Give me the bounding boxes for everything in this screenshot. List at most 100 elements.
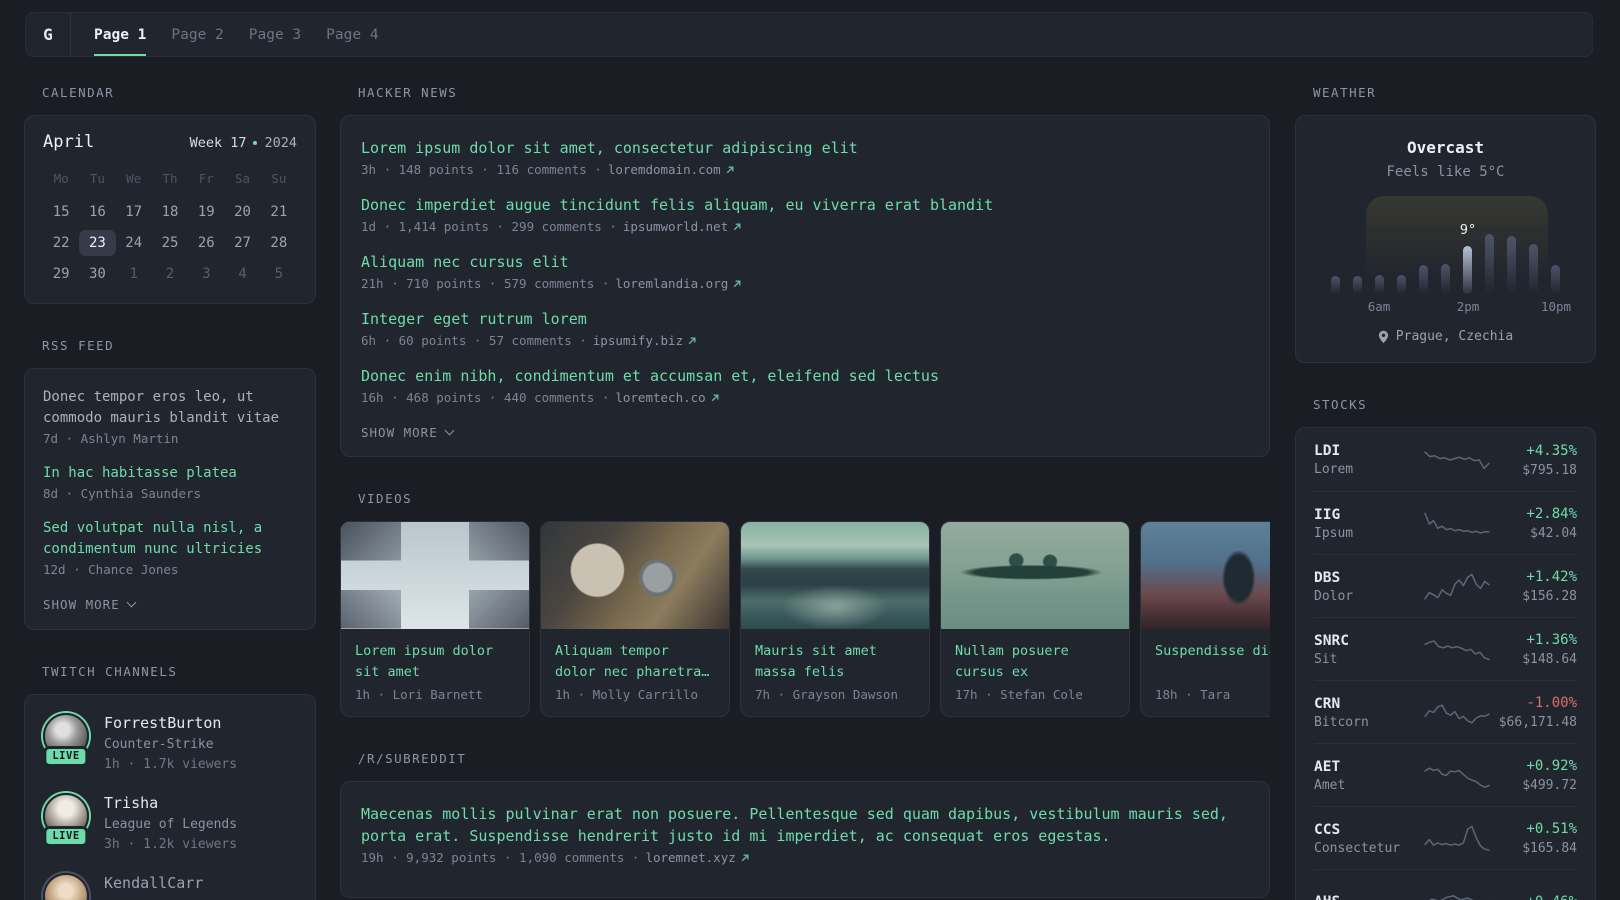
story-title[interactable]: Lorem ipsum dolor sit amet, consectetur … bbox=[361, 137, 1249, 159]
stock-sparkline bbox=[1422, 633, 1492, 667]
rss-item-title[interactable]: Donec tempor eros leo, ut commodo mauris… bbox=[43, 387, 297, 429]
story-title[interactable]: Donec imperdiet augue tincidunt felis al… bbox=[361, 194, 1249, 216]
calendar-week: Week 17 bbox=[189, 135, 247, 151]
rss-header: RSS FEED bbox=[42, 338, 115, 353]
video-meta: 7h · Grayson Dawson bbox=[755, 687, 898, 702]
twitch-list: LIVE ForrestBurton Counter-Strike 1h · 1.7k… bbox=[43, 713, 297, 900]
subreddit-section: /R/SUBREDDIT Maecenas mollis pulvinar er… bbox=[340, 751, 1270, 898]
calendar-day[interactable]: 20 bbox=[224, 199, 260, 225]
story-domain-link[interactable]: loremtech.co bbox=[615, 390, 719, 405]
rss-item-title[interactable]: In hac habitasse platea bbox=[43, 463, 297, 484]
rss-item-title[interactable]: Sed volutpat nulla nisl, a condimentum n… bbox=[43, 518, 297, 560]
stock-row[interactable]: CCS Consectetur +0.51% $165.84 bbox=[1314, 806, 1577, 869]
app-logo[interactable]: G bbox=[26, 13, 71, 56]
story-domain-link[interactable]: ipsumify.biz bbox=[593, 333, 697, 348]
calendar-day[interactable]: 17 bbox=[116, 199, 152, 225]
story-item: Donec enim nibh, condimentum et accumsan… bbox=[361, 365, 1249, 405]
post-domain-link[interactable]: loremnet.xyz bbox=[645, 850, 749, 865]
calendar-day[interactable]: 15 bbox=[43, 199, 79, 225]
video-card[interactable]: Aliquam tempor dolor nec pharetra… 1h · M… bbox=[540, 521, 730, 717]
stock-row[interactable]: LDI Lorem +4.35% $795.18 bbox=[1314, 428, 1577, 491]
external-link-icon bbox=[732, 279, 742, 289]
calendar-day[interactable]: 4 bbox=[224, 261, 260, 287]
calendar-day[interactable]: 2 bbox=[152, 261, 188, 287]
stock-row[interactable]: IIG Ipsum +2.84% $42.04 bbox=[1314, 491, 1577, 554]
story-item: Integer eget rutrum lorem 6h · 60 points … bbox=[361, 308, 1249, 348]
weather-bar bbox=[1551, 265, 1561, 294]
stock-symbol: AET bbox=[1314, 758, 1341, 775]
calendar-day-today[interactable]: 23 bbox=[79, 230, 116, 256]
nav-tab-1[interactable]: Page 1 bbox=[94, 13, 147, 56]
calendar-day[interactable]: 27 bbox=[224, 230, 260, 256]
stock-row[interactable]: AET Amet +0.92% $499.72 bbox=[1314, 743, 1577, 806]
nav-tab-3[interactable]: Page 3 bbox=[249, 13, 301, 56]
story-title[interactable]: Aliquam nec cursus elit bbox=[361, 251, 1249, 273]
calendar-day[interactable]: 28 bbox=[261, 230, 297, 256]
stock-info: SNRC Sit bbox=[1314, 633, 1422, 667]
stock-row[interactable]: CRN Bitcorn -1.00% $66,171.48 bbox=[1314, 680, 1577, 743]
story-meta: 1d · 1,414 points · 299 comments · ipsumw… bbox=[361, 219, 1249, 234]
calendar-day[interactable]: 3 bbox=[188, 261, 224, 287]
weather-bar bbox=[1440, 264, 1450, 294]
story-meta-text: 1d · 1,414 points · 299 comments · bbox=[361, 219, 617, 234]
calendar-year: 2024 bbox=[264, 135, 297, 151]
video-card[interactable]: Mauris sit amet massa felis 7h · Grayson … bbox=[740, 521, 930, 717]
stock-values: +1.36% $148.64 bbox=[1492, 632, 1577, 667]
external-link-icon bbox=[740, 853, 750, 863]
weather-bar bbox=[1507, 236, 1517, 294]
calendar-card: April Week 17 2024 Mo Tu We Th Fr Sa Su 15 16 17 1… bbox=[24, 115, 316, 304]
videos-row: Lorem ipsum dolor sit amet consectetu… 1h… bbox=[340, 521, 1270, 717]
stock-change: +4.35% bbox=[1526, 442, 1577, 459]
video-card[interactable]: Lorem ipsum dolor sit amet consectetu… 1h… bbox=[340, 521, 530, 717]
post-title[interactable]: Maecenas mollis pulvinar erat non posuer… bbox=[361, 803, 1249, 847]
video-card[interactable]: Nullam posuere cursus ex 17h · Stefan Col… bbox=[940, 521, 1130, 717]
calendar-day[interactable]: 22 bbox=[43, 230, 79, 256]
stock-row[interactable]: DBS Dolor +1.42% $156.28 bbox=[1314, 554, 1577, 617]
channel-game: Counter-Strike bbox=[104, 737, 214, 752]
rss-card: Donec tempor eros leo, ut commodo mauris… bbox=[24, 368, 316, 630]
calendar-day[interactable]: 24 bbox=[116, 230, 152, 256]
video-meta: 1h · Lori Barnett bbox=[355, 687, 483, 702]
video-thumbnail bbox=[941, 522, 1129, 629]
stock-info: DBS Dolor bbox=[1314, 570, 1422, 604]
stock-row[interactable]: AHS +0.46% bbox=[1314, 869, 1577, 900]
video-card[interactable]: Suspendisse diam 18h · Tara bbox=[1140, 521, 1270, 717]
calendar-day[interactable]: 30 bbox=[79, 261, 115, 287]
weather-chart: 9° 6am 2pm 10pm bbox=[1330, 196, 1571, 314]
calendar-day[interactable]: 21 bbox=[261, 199, 297, 225]
weather-card: Overcast Feels like 5°C 9° 6am 2pm 10pm Pra… bbox=[1295, 115, 1596, 363]
story-domain-link[interactable]: loremlandia.org bbox=[615, 276, 742, 291]
twitch-card: LIVE ForrestBurton Counter-Strike 1h · 1.7k… bbox=[24, 694, 316, 900]
calendar-day[interactable]: 29 bbox=[43, 261, 79, 287]
subreddit-header: /R/SUBREDDIT bbox=[358, 751, 467, 766]
calendar-day[interactable]: 25 bbox=[152, 230, 188, 256]
hackernews-section: HACKER NEWS Lorem ipsum dolor sit amet, … bbox=[340, 85, 1270, 457]
channel-info: KendallCarr bbox=[104, 873, 203, 900]
channel-name[interactable]: KendallCarr bbox=[104, 873, 203, 894]
story-title[interactable]: Donec enim nibh, condimentum et accumsan… bbox=[361, 365, 1249, 387]
calendar-day[interactable]: 19 bbox=[188, 199, 224, 225]
calendar-weekday: Mo bbox=[53, 171, 69, 186]
stock-row[interactable]: SNRC Sit +1.36% $148.64 bbox=[1314, 617, 1577, 680]
hackernews-show-more[interactable]: SHOW MORE bbox=[361, 425, 455, 440]
weather-location[interactable]: Prague, Czechia bbox=[1396, 329, 1513, 344]
story-title[interactable]: Integer eget rutrum lorem bbox=[361, 308, 1249, 330]
nav-tab-2[interactable]: Page 2 bbox=[171, 13, 223, 56]
calendar-day[interactable]: 1 bbox=[116, 261, 152, 287]
calendar-day[interactable]: 26 bbox=[188, 230, 224, 256]
calendar-grid: Mo Tu We Th Fr Sa Su 15 16 17 18 19 20 21 22 23 24 25 26 27… bbox=[43, 171, 297, 287]
rss-show-more[interactable]: SHOW MORE bbox=[43, 597, 137, 612]
story-domain-link[interactable]: ipsumworld.net bbox=[623, 219, 742, 234]
avatar[interactable] bbox=[43, 873, 89, 900]
channel-name[interactable]: Trisha bbox=[104, 793, 237, 814]
stock-info: IIG Ipsum bbox=[1314, 507, 1422, 541]
story-domain-link[interactable]: loremdomain.com bbox=[608, 162, 735, 177]
story-meta: 21h · 710 points · 579 comments · loremla… bbox=[361, 276, 1249, 291]
channel-name[interactable]: ForrestBurton bbox=[104, 713, 237, 734]
calendar-day[interactable]: 5 bbox=[261, 261, 297, 287]
nav-tab-4[interactable]: Page 4 bbox=[326, 13, 378, 56]
calendar-day[interactable]: 16 bbox=[79, 199, 115, 225]
calendar-day[interactable]: 18 bbox=[152, 199, 188, 225]
dot-separator bbox=[253, 141, 258, 145]
video-title: Nullam posuere cursus ex bbox=[941, 629, 1129, 685]
